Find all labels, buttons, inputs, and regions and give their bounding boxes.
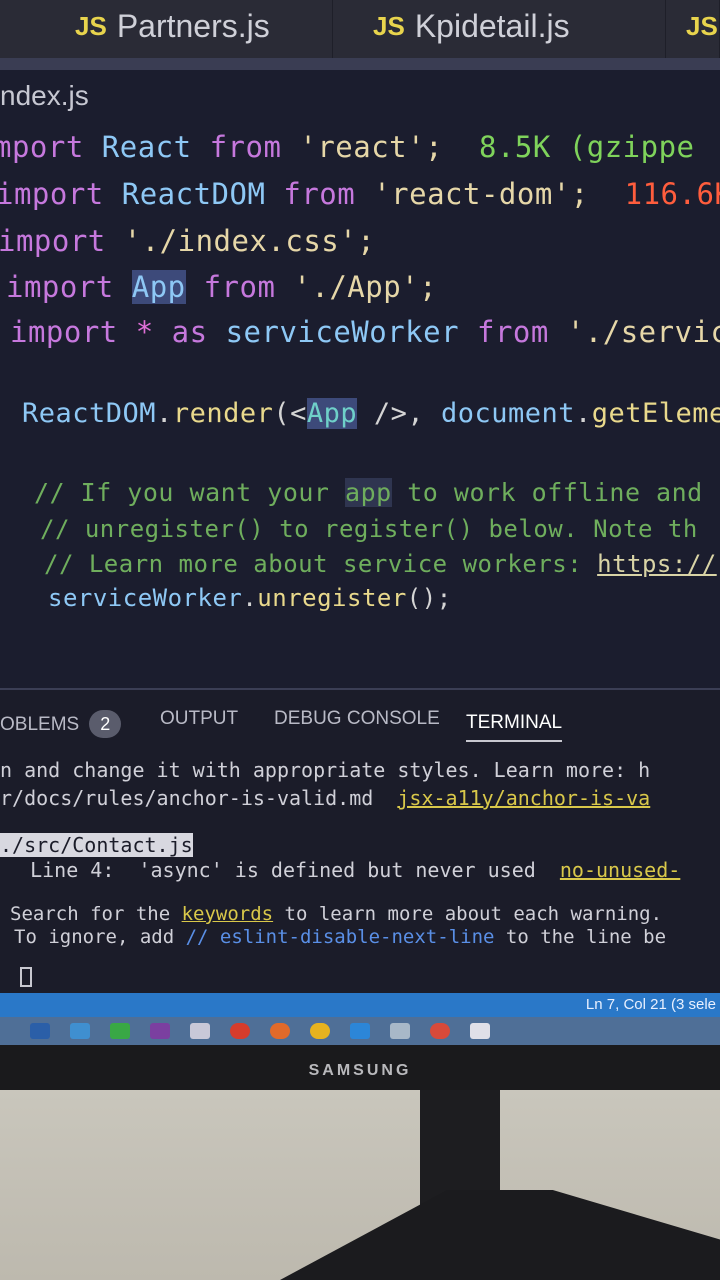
windows-taskbar (0, 1017, 720, 1045)
monitor-brand-logo: SAMSUNG (308, 1062, 412, 1079)
opera-icon[interactable] (230, 1023, 250, 1039)
editor-tab-bar: JS Partners.js JS Kpidetail.js JS (0, 0, 720, 58)
terminal-cursor[interactable] (20, 967, 32, 987)
code-line-8[interactable]: // unregister() to register() below. Not… (40, 515, 698, 543)
import-size-hint: 8.5K (gzippe (478, 130, 695, 164)
code-line-7[interactable]: // If you want your app to work offline … (34, 478, 703, 507)
code-line-3[interactable]: import './index.css'; (0, 224, 375, 258)
js-file-icon: JS (686, 10, 718, 41)
tab-output[interactable]: OUTPUT (160, 708, 238, 730)
code-line-10[interactable]: serviceWorker.unregister(); (48, 584, 452, 612)
terminal-line: To ignore, add // eslint-disable-next-li… (14, 926, 667, 948)
tab-debug-console[interactable]: DEBUG CONSOLE (274, 708, 440, 730)
taskbar-app-icon[interactable] (110, 1023, 130, 1039)
file-path[interactable]: ./src/Contact.js (0, 833, 193, 857)
terminal-line: Line 4: 'async' is defined but never use… (6, 858, 681, 882)
taskbar-app-icon[interactable] (390, 1023, 410, 1039)
js-file-icon: JS (373, 10, 405, 41)
js-file-icon: JS (75, 10, 107, 41)
taskbar-app-icon[interactable] (430, 1023, 450, 1039)
docs-link[interactable]: https:// (597, 550, 717, 578)
rule-link[interactable]: no-unused- (560, 858, 680, 882)
tab-terminal[interactable]: TERMINAL (466, 712, 563, 742)
taskbar-app-icon[interactable] (70, 1023, 90, 1039)
status-bar: Ln 7, Col 21 (3 sele (0, 993, 720, 1017)
tab-partial[interactable]: JS (666, 0, 720, 58)
taskbar-app-icon[interactable] (190, 1023, 210, 1039)
chrome-icon[interactable] (310, 1023, 330, 1039)
vscode-icon[interactable] (350, 1023, 370, 1039)
panel-tabs: OBLEMS 2 OUTPUT DEBUG CONSOLE TERMINAL (0, 708, 720, 750)
rule-link[interactable]: jsx-a11y/anchor-is-va (397, 786, 650, 810)
code-line-9[interactable]: // Learn more about service workers: htt… (44, 550, 717, 578)
terminal-line: Search for the keywords to learn more ab… (10, 903, 663, 925)
cursor-position[interactable]: Ln 7, Col 21 (3 sele (586, 996, 716, 1013)
import-size-hint: 116.6K (624, 177, 720, 211)
taskbar-app-icon[interactable] (470, 1023, 490, 1039)
terminal-line: ./src/Contact.js (0, 833, 193, 857)
tab-label: Partners.js (116, 7, 270, 44)
breadcrumb[interactable]: ndex.js (0, 80, 89, 112)
firefox-icon[interactable] (270, 1023, 290, 1039)
tab-partners[interactable]: JS Partners.js (0, 0, 333, 58)
code-line-2[interactable]: import ReactDOM from 'react-dom'; 116.6K (0, 177, 720, 211)
tab-problems[interactable]: OBLEMS 2 (0, 710, 122, 738)
tab-kpidetail[interactable]: JS Kpidetail.js (333, 0, 666, 58)
tab-divider (0, 58, 720, 70)
taskbar-app-icon[interactable] (150, 1023, 170, 1039)
code-line-4[interactable]: import App from './App'; (6, 270, 437, 304)
tab-label: Kpidetail.js (414, 7, 570, 44)
monitor-screen: JS Partners.js JS Kpidetail.js JS ndex.j… (0, 0, 720, 1045)
code-line-1[interactable]: mport React from 'react'; 8.5K (gzippe (0, 130, 695, 164)
problems-count-badge: 2 (89, 710, 122, 738)
terminal-line: r/docs/rules/anchor-is-valid.md jsx-a11y… (0, 786, 651, 810)
terminal-line: n and change it with appropriate styles.… (0, 758, 651, 782)
code-line-6[interactable]: ReactDOM.render(<App />, document.getEle… (22, 398, 720, 429)
taskbar-app-icon[interactable] (30, 1023, 50, 1039)
code-line-5[interactable]: import * as serviceWorker from './servic… (10, 315, 720, 349)
